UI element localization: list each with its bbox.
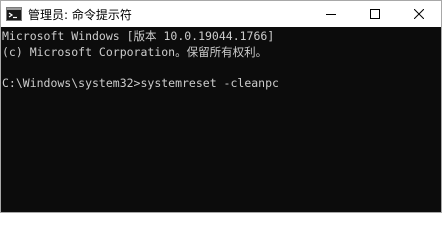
console-output[interactable]: Microsoft Windows [版本 10.0.19044.1766] (… bbox=[1, 27, 441, 212]
window-title: 管理员: 命令提示符 bbox=[28, 7, 132, 22]
command-prompt-window: 管理员: 命令提示符 Microsoft Windows [版本 10.0.19… bbox=[0, 0, 442, 213]
close-icon bbox=[414, 9, 424, 19]
console-line-copyright: (c) Microsoft Corporation。保留所有权利。 bbox=[2, 45, 268, 59]
cmd-icon bbox=[6, 7, 22, 21]
minimize-button[interactable] bbox=[309, 1, 353, 27]
minimize-icon bbox=[326, 14, 336, 15]
console-line-version: Microsoft Windows [版本 10.0.19044.1766] bbox=[2, 29, 275, 43]
console-line-command: C:\Windows\system32>systemreset -cleanpc bbox=[2, 76, 279, 90]
maximize-button[interactable] bbox=[353, 1, 397, 27]
close-button[interactable] bbox=[397, 1, 441, 27]
title-bar[interactable]: 管理员: 命令提示符 bbox=[1, 1, 441, 27]
maximize-icon bbox=[370, 9, 380, 19]
window-controls bbox=[309, 1, 441, 27]
